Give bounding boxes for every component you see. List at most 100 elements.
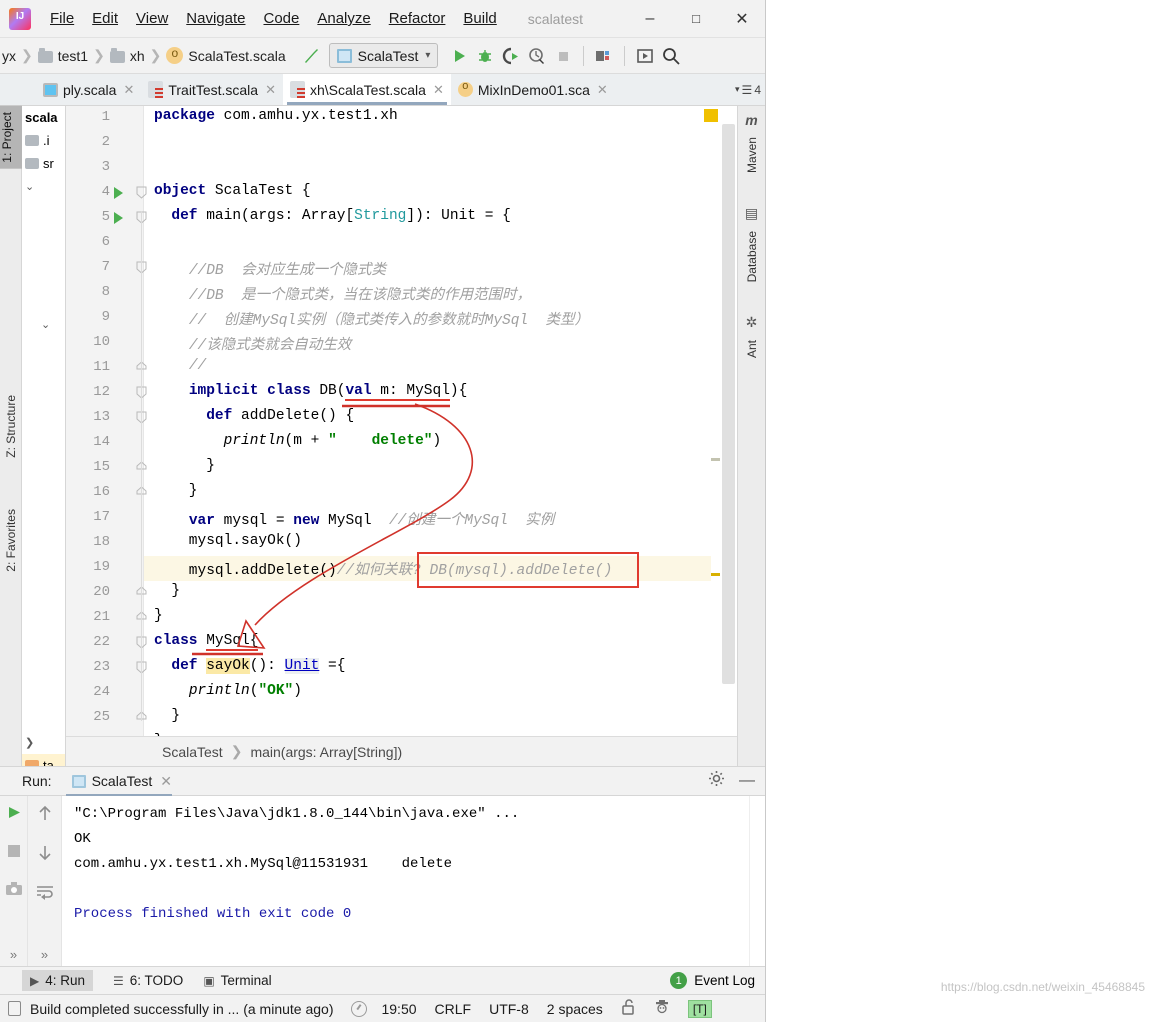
code-line-row[interactable]: 18 mysql.sayOk()	[66, 531, 737, 556]
menu-build[interactable]: Build	[454, 7, 505, 30]
status-line-separator[interactable]: CRLF	[435, 1001, 472, 1017]
breadcrumb-item-yx[interactable]: yx	[2, 48, 16, 64]
breadcrumb-item-xh[interactable]: xh	[130, 48, 145, 64]
code-line-row[interactable]: 19 mysql.addDelete()//如何关联? DB(mysql).ad…	[66, 556, 737, 581]
translate-icon[interactable]: [T]	[687, 999, 712, 1018]
code-line-row[interactable]: 9 // 创建MySql实例（隐式类传入的参数就时MySql 类型）	[66, 306, 737, 331]
run-configuration-selector[interactable]: ScalaTest ▾	[328, 43, 439, 68]
code-line-row[interactable]: 20 }	[66, 581, 737, 606]
run-console[interactable]: "C:\Program Files\Java\jdk1.8.0_144\bin\…	[62, 796, 765, 966]
code-line-row[interactable]: 24 println("OK")	[66, 681, 737, 706]
sidebar-item-favorites[interactable]: 2: Favorites	[4, 503, 18, 578]
tabs-overflow[interactable]: ▾ ☰ 4	[735, 74, 765, 105]
minimize-button[interactable]: –	[627, 2, 673, 36]
code-line-row[interactable]: 14 println(m + " delete")	[66, 431, 737, 456]
menu-refactor[interactable]: Refactor	[380, 7, 455, 30]
code-canvas[interactable]: 1 package com.amhu.yx.test1.xh 2 3 4 object S…	[66, 106, 737, 736]
tab-traittest-scala[interactable]: TraitTest.scala ✕	[141, 74, 283, 105]
code-line-row[interactable]: 8 //DB 是一个隐式类，当在该隐式类的作用范围时，	[66, 281, 737, 306]
menu-view[interactable]: View	[127, 7, 177, 30]
code-line-row[interactable]: 23 def sayOk(): Unit ={	[66, 656, 737, 681]
update-app-icon[interactable]	[632, 43, 658, 69]
close-icon[interactable]: ✕	[597, 82, 608, 98]
scroll-up-icon[interactable]	[37, 804, 53, 827]
menu-code[interactable]: Code	[254, 7, 308, 30]
marker-warning[interactable]	[711, 573, 720, 576]
scroll-down-icon[interactable]	[37, 844, 53, 867]
editor-scrollbar[interactable]	[720, 106, 737, 736]
hector-inspection-icon[interactable]	[654, 999, 670, 1018]
soft-wrap-icon[interactable]	[36, 884, 54, 905]
run-icon[interactable]	[446, 43, 472, 69]
close-icon[interactable]: ✕	[123, 82, 134, 98]
close-icon[interactable]: ✕	[160, 773, 172, 790]
search-everywhere-icon[interactable]	[658, 43, 684, 69]
breadcrumb-item-file[interactable]: ScalaTest.scala	[188, 48, 285, 64]
rerun-icon[interactable]	[5, 804, 22, 826]
menu-analyze[interactable]: Analyze	[308, 7, 379, 30]
code-line-row[interactable]: 11 //	[66, 356, 737, 381]
code-line-row[interactable]: 26}	[66, 731, 737, 736]
breadcrumb-item-test1[interactable]: test1	[58, 48, 88, 64]
status-encoding[interactable]: UTF-8	[489, 1001, 529, 1017]
lock-open-icon[interactable]	[621, 999, 636, 1018]
breadcrumb-method[interactable]: main(args: Array[String])	[250, 744, 402, 760]
menu-file[interactable]: File	[41, 7, 83, 30]
code-line-row[interactable]: 22 class MySql{	[66, 631, 737, 656]
code-line-row[interactable]: 12 implicit class DB(val m: MySql){	[66, 381, 737, 406]
screenshot-icon[interactable]	[5, 881, 23, 902]
minimize-icon[interactable]: —	[739, 772, 755, 790]
project-structure-icon[interactable]	[591, 43, 617, 69]
code-line-row[interactable]: 15 }	[66, 456, 737, 481]
close-icon[interactable]: ✕	[433, 82, 444, 98]
code-line-row[interactable]: 13 def addDelete() {	[66, 406, 737, 431]
code-line-row[interactable]: 4 object ScalaTest {	[66, 181, 737, 206]
code-line-row[interactable]: 17 var mysql = new MySql //创建一个MySql 实例	[66, 506, 737, 531]
sidebar-item-project[interactable]: 1: Project	[0, 106, 22, 169]
sidebar-item-structure[interactable]: Z: Structure	[4, 389, 18, 464]
code-line-row[interactable]: 2	[66, 131, 737, 156]
code-line-row[interactable]: 6	[66, 231, 737, 256]
code-line-row[interactable]: 10 //该隐式类就会自动生效	[66, 331, 737, 356]
run-with-coverage-icon[interactable]	[498, 43, 524, 69]
menu-navigate[interactable]: Navigate	[177, 7, 254, 30]
debug-icon[interactable]	[472, 43, 498, 69]
breadcrumb-class[interactable]: ScalaTest	[162, 744, 223, 760]
code-line-row[interactable]: 21}	[66, 606, 737, 631]
inspection-status-indicator[interactable]	[704, 109, 718, 122]
run-tab-scalatest[interactable]: ScalaTest ✕	[65, 770, 178, 797]
sidebar-item-maven[interactable]: m Maven	[745, 112, 759, 179]
code-line-row[interactable]: 25 }	[66, 706, 737, 731]
run-gutter-icon[interactable]	[114, 187, 123, 199]
expand-icon[interactable]: »	[41, 947, 48, 966]
marker-bar[interactable]	[704, 106, 720, 736]
code-line-row[interactable]: 5 def main(args: Array[String]): Unit = …	[66, 206, 737, 231]
code-line-row[interactable]: 16 }	[66, 481, 737, 506]
stop-icon[interactable]	[6, 843, 22, 864]
marker-change[interactable]	[711, 458, 720, 461]
bottom-item-todo[interactable]: ☰ 6: TODO	[113, 973, 183, 988]
status-indent[interactable]: 2 spaces	[547, 1001, 603, 1017]
code-line-row[interactable]: 3	[66, 156, 737, 181]
tree-node-target[interactable]: ta	[22, 754, 65, 766]
expand-icon[interactable]: »	[10, 947, 17, 966]
gear-icon[interactable]	[708, 770, 725, 792]
tab-scalatest-scala[interactable]: xh\ScalaTest.scala ✕	[282, 74, 451, 105]
tree-expander-2[interactable]: ⌄	[22, 313, 65, 336]
run-gutter-icon[interactable]	[114, 212, 123, 224]
close-icon[interactable]: ✕	[265, 82, 276, 98]
tree-node-src[interactable]: sr	[22, 152, 65, 175]
maximize-button[interactable]: □	[673, 2, 719, 36]
console-scrollbar[interactable]	[749, 796, 765, 966]
tree-expander-1[interactable]: ⌄	[22, 175, 65, 198]
code-line-row[interactable]: 1 package com.amhu.yx.test1.xh	[66, 106, 737, 131]
close-button[interactable]: ✕	[719, 2, 765, 36]
memory-indicator-icon[interactable]	[8, 1001, 21, 1016]
scrollbar-thumb[interactable]	[722, 124, 735, 684]
bottom-item-run[interactable]: ▶ 4: Run	[22, 970, 94, 991]
menu-edit[interactable]: Edit	[83, 7, 127, 30]
fold-open-icon[interactable]	[136, 186, 147, 199]
code-line-row[interactable]: 7 //DB 会对应生成一个隐式类	[66, 256, 737, 281]
event-log-area[interactable]: 1 Event Log	[670, 972, 765, 989]
tab-ply-scala[interactable]: ply.scala ✕	[36, 74, 141, 105]
